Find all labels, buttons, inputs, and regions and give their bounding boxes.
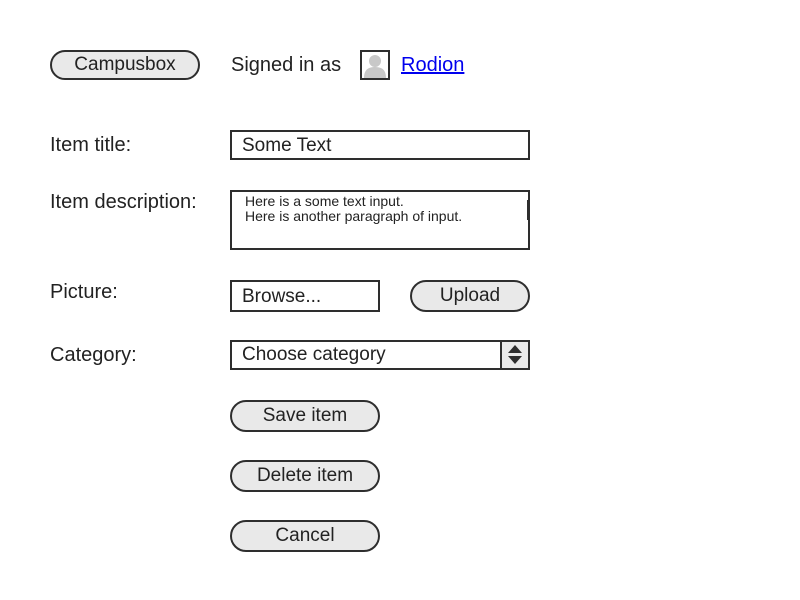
upload-button[interactable]: Upload (410, 280, 530, 312)
textarea-scrollbar[interactable] (527, 200, 528, 220)
category-select[interactable]: Choose category (230, 340, 530, 370)
description-paragraph: Here is another paragraph of input. (245, 208, 463, 224)
up-down-stepper-icon[interactable] (500, 342, 528, 368)
user-avatar-icon (360, 50, 390, 80)
picture-label: Picture: (50, 281, 118, 303)
chevron-down-icon (508, 356, 522, 364)
category-select-value: Choose category (242, 344, 386, 365)
browse-file-input[interactable]: Browse... (230, 280, 380, 312)
item-title-input[interactable]: Some Text (230, 130, 530, 160)
chevron-up-icon (508, 345, 522, 353)
save-item-button[interactable]: Save item (230, 400, 380, 432)
item-title-label: Item title: (50, 134, 132, 156)
campusbox-button[interactable]: Campusbox (50, 50, 200, 80)
item-description-textarea[interactable]: Here is a some text input. Here is anoth… (230, 190, 530, 250)
user-name-link[interactable]: Rodion (401, 54, 464, 77)
delete-item-button[interactable]: Delete item (230, 460, 380, 492)
cancel-button[interactable]: Cancel (230, 520, 380, 552)
user-silhouette-icon (364, 55, 386, 78)
item-description-label: Item description: (50, 191, 197, 213)
signed-in-text: Signed in as (231, 54, 342, 76)
category-label: Category: (50, 344, 137, 366)
description-paragraph: Here is a some text input. (245, 193, 404, 209)
